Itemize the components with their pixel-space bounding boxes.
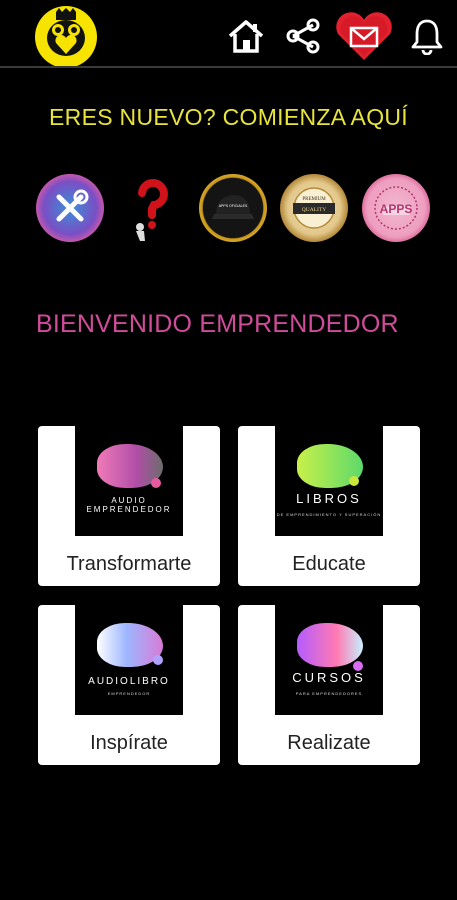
paint-dot: [151, 478, 161, 488]
card-image-title: CURSOS: [292, 670, 366, 685]
cap-icon: APPS OFICIALES: [212, 195, 254, 219]
paint-dot: [153, 655, 163, 665]
card-label: Inspírate: [90, 732, 168, 754]
card-image-title: LIBROS: [296, 491, 362, 506]
mail-heart-icon[interactable]: [333, 12, 395, 62]
paint-blob: [297, 623, 363, 667]
card-inspirate[interactable]: AUDIOLIBRO EMPRENDEDOR Inspírate: [38, 605, 220, 765]
svg-text:QUALITY: QUALITY: [302, 207, 326, 213]
apps-cap-button[interactable]: APPS OFICIALES: [199, 174, 267, 242]
card-label: Educate: [292, 553, 366, 575]
bell-icon[interactable]: [407, 16, 447, 56]
header-divider: [0, 66, 457, 68]
svg-text:APPS OFICIALES: APPS OFICIALES: [219, 204, 248, 208]
quality-badge-icon: PREMIUM QUALITY: [293, 187, 335, 229]
card-transformarte[interactable]: AUDIO EMPRENDEDOR Transformarte: [38, 426, 220, 586]
apps-stamp-icon: APPS: [374, 186, 418, 230]
premium-quality-button[interactable]: PREMIUM QUALITY: [280, 174, 348, 242]
card-educate[interactable]: LIBROS DE EMPRENDIMIENTO Y SUPERACIÓN Ed…: [238, 426, 420, 586]
quick-links-row: APPS OFICIALES PREMIUM QUALITY APPS: [34, 174, 434, 248]
card-label: Realizate: [287, 732, 371, 754]
share-icon[interactable]: [283, 16, 323, 56]
tools-icon: [56, 189, 89, 222]
card-image-title: AUDIO: [111, 496, 147, 505]
card-image-title: AUDIOLIBRO: [88, 676, 170, 687]
card-label: Transformarte: [66, 553, 192, 575]
audiolibro-image: AUDIOLIBRO EMPRENDEDOR: [75, 605, 183, 715]
cursos-image: CURSOS PARA EMPRENDEDORES: [275, 605, 383, 715]
apps-stamp-button[interactable]: APPS: [362, 174, 430, 242]
paint-dot: [349, 476, 359, 486]
svg-text:APPS: APPS: [380, 202, 413, 216]
question-icon: [136, 179, 168, 241]
welcome-title: BIENVENIDO EMPRENDEDOR: [36, 310, 399, 338]
top-bar: [0, 0, 457, 68]
card-image-title2: EMPRENDEDOR: [86, 505, 172, 514]
card-realizate[interactable]: CURSOS PARA EMPRENDEDORES Realizate: [238, 605, 420, 765]
libros-image: LIBROS DE EMPRENDIMIENTO Y SUPERACIÓN: [275, 426, 383, 536]
help-button[interactable]: [118, 174, 186, 242]
app-logo[interactable]: [35, 6, 97, 68]
home-icon[interactable]: [226, 16, 266, 56]
new-user-headline: ERES NUEVO? COMIENZA AQUÍ: [49, 104, 408, 130]
owl-heart-icon: [38, 8, 94, 65]
tools-button[interactable]: [36, 174, 104, 242]
audio-emprendedor-image: AUDIO EMPRENDEDOR: [75, 426, 183, 536]
svg-text:PREMIUM: PREMIUM: [302, 197, 326, 202]
card-image-subtitle: DE EMPRENDIMIENTO Y SUPERACIÓN: [276, 512, 382, 517]
card-image-subtitle: PARA EMPRENDEDORES: [295, 691, 363, 696]
card-image-subtitle: EMPRENDEDOR: [107, 691, 151, 696]
